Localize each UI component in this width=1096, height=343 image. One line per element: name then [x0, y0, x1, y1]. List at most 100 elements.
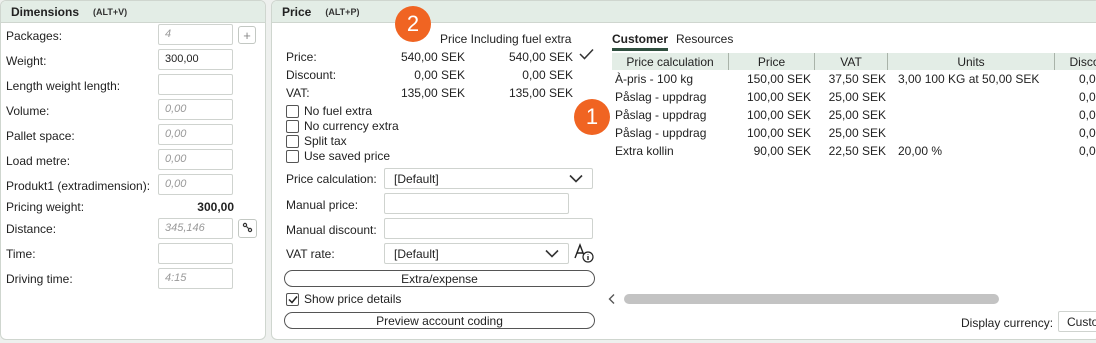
table-cell-disc: 0,0 [1079, 72, 1096, 86]
table-cell-vat: 25,00 SEK [828, 90, 886, 104]
show-price-details-label: Show price details [304, 292, 402, 306]
price-col-header-including-fuel: Price Including fuel extra [440, 32, 572, 46]
length-weight-length-label: Length weight length: [6, 79, 121, 93]
table-cell-price: 100,00 SEK [746, 108, 811, 122]
table-cell-vat: 22,50 SEK [828, 144, 886, 158]
time-label: Time: [6, 247, 36, 261]
chevron-down-icon [545, 247, 559, 261]
produkt1-label: Produkt1 (extradimension): [6, 179, 151, 193]
split-tax-label: Split tax [304, 134, 347, 148]
vat-value-incl-fuel: 135,00 SEK [508, 86, 573, 100]
route-button[interactable] [238, 219, 257, 238]
pricing-weight-value: 300,00 [197, 200, 234, 214]
length-weight-length-field[interactable] [158, 74, 233, 95]
vat-value: 135,00 SEK [400, 86, 465, 100]
table-cell-disc: 0,0 [1079, 90, 1096, 104]
checkbox-box [286, 119, 299, 133]
table-cell-calc: À-pris - 100 kg [615, 72, 694, 86]
step-badge-1: 1 [574, 99, 610, 135]
col-vat-header[interactable]: VAT [815, 53, 888, 70]
checkbox-checked-icon [286, 292, 299, 306]
pallet-space-label: Pallet space: [6, 129, 75, 143]
table-cell-price: 100,00 SEK [746, 90, 811, 104]
checkbox-box [286, 134, 299, 148]
discount-value-incl-fuel: 0,00 SEK [522, 68, 573, 82]
pricing-weight-label: Pricing weight: [6, 200, 85, 214]
col-price-header[interactable]: Price [729, 53, 815, 70]
price-value-incl-fuel: 540,00 SEK [508, 50, 573, 64]
use-saved-price-checkbox[interactable]: Use saved price [286, 149, 390, 163]
no-currency-extra-checkbox[interactable]: No currency extra [286, 119, 399, 133]
horizontal-scrollbar[interactable] [624, 294, 999, 304]
dimensions-shortcut: (ALT+V) [93, 6, 128, 17]
weight-field[interactable]: 300,00 [158, 49, 233, 70]
step-badge-2: 2 [395, 6, 431, 42]
price-value: 540,00 SEK [400, 50, 465, 64]
dimensions-title: Dimensions [11, 4, 80, 19]
checkbox-box [286, 104, 299, 118]
discount-row-label: Discount: [286, 68, 337, 82]
volume-field[interactable]: 0,00 [158, 99, 233, 120]
packages-label: Packages: [6, 29, 63, 43]
manual-price-input[interactable] [384, 193, 569, 214]
load-metre-field[interactable]: 0,00 [158, 149, 233, 170]
table-cell-units: 3,00 100 KG at 50,00 SEK [898, 72, 1040, 86]
scroll-left-icon[interactable] [608, 293, 616, 308]
no-currency-extra-label: No currency extra [304, 119, 399, 133]
time-field[interactable] [158, 243, 233, 264]
table-cell-disc: 0,0 [1079, 144, 1096, 158]
manual-discount-input[interactable] [384, 218, 593, 239]
chevron-down-icon [569, 172, 583, 186]
checkbox-box [286, 149, 299, 163]
driving-time-label: Driving time: [6, 272, 73, 286]
split-tax-checkbox[interactable]: Split tax [286, 134, 347, 148]
table-cell-units: 20,00 % [898, 144, 943, 158]
font-info-icon[interactable] [573, 243, 595, 266]
driving-time-field[interactable]: 4:15 [158, 268, 233, 289]
show-price-details-checkbox[interactable]: Show price details [286, 292, 401, 306]
table-cell-disc: 0,0 [1079, 126, 1096, 140]
vat-rate-label: VAT rate: [286, 247, 335, 261]
display-currency-select[interactable]: Custo [1058, 311, 1096, 332]
table-cell-calc: Påslag - uppdrag [615, 90, 707, 104]
manual-price-label: Manual price: [286, 198, 359, 212]
table-cell-calc: Extra kollin [615, 144, 674, 158]
table-cell-price: 150,00 SEK [746, 72, 811, 86]
route-icon [242, 221, 253, 236]
tab-customer[interactable]: Customer [612, 32, 669, 51]
tab-resources[interactable]: Resources [676, 32, 733, 46]
price-calc-value: [Default] [394, 171, 439, 186]
price-row-label: Price: [286, 50, 317, 64]
volume-label: Volume: [6, 104, 50, 118]
price-calc-label: Price calculation: [286, 172, 377, 186]
col-discount-header[interactable]: Disco [1055, 53, 1096, 70]
col-price-calculation-header[interactable]: Price calculation [612, 53, 729, 70]
table-cell-calc: Påslag - uppdrag [615, 108, 707, 122]
table-cell-vat: 25,00 SEK [828, 108, 886, 122]
discount-value: 0,00 SEK [414, 68, 465, 82]
vat-rate-select[interactable]: [Default] [384, 243, 569, 264]
use-saved-price-label: Use saved price [304, 149, 391, 163]
price-title: Price [282, 4, 312, 19]
load-metre-label: Load metre: [6, 154, 71, 168]
preview-account-coding-button[interactable]: Preview account coding [284, 312, 595, 329]
table-cell-vat: 25,00 SEK [828, 126, 886, 140]
distance-label: Distance: [6, 222, 57, 236]
col-units-header[interactable]: Units [888, 53, 1055, 70]
table-cell-vat: 37,50 SEK [828, 72, 886, 86]
vat-row-label: VAT: [286, 86, 310, 100]
extra-expense-button[interactable]: Extra/expense [284, 270, 595, 287]
table-cell-price: 100,00 SEK [746, 126, 811, 140]
produkt1-field[interactable]: 0,00 [158, 174, 233, 195]
manual-discount-label: Manual discount: [286, 223, 377, 237]
display-currency-value: Custo [1067, 315, 1096, 329]
price-calc-select[interactable]: [Default] [384, 168, 593, 189]
add-package-button[interactable]: + [238, 26, 256, 44]
weight-label: Weight: [6, 54, 47, 68]
packages-field[interactable]: 4 [158, 24, 233, 45]
distance-field[interactable]: 345,146 [158, 218, 233, 239]
pallet-space-field[interactable]: 0,00 [158, 124, 233, 145]
display-currency-label: Display currency: [961, 316, 1054, 330]
no-fuel-extra-checkbox[interactable]: No fuel extra [286, 104, 372, 118]
plus-icon: + [243, 27, 251, 43]
